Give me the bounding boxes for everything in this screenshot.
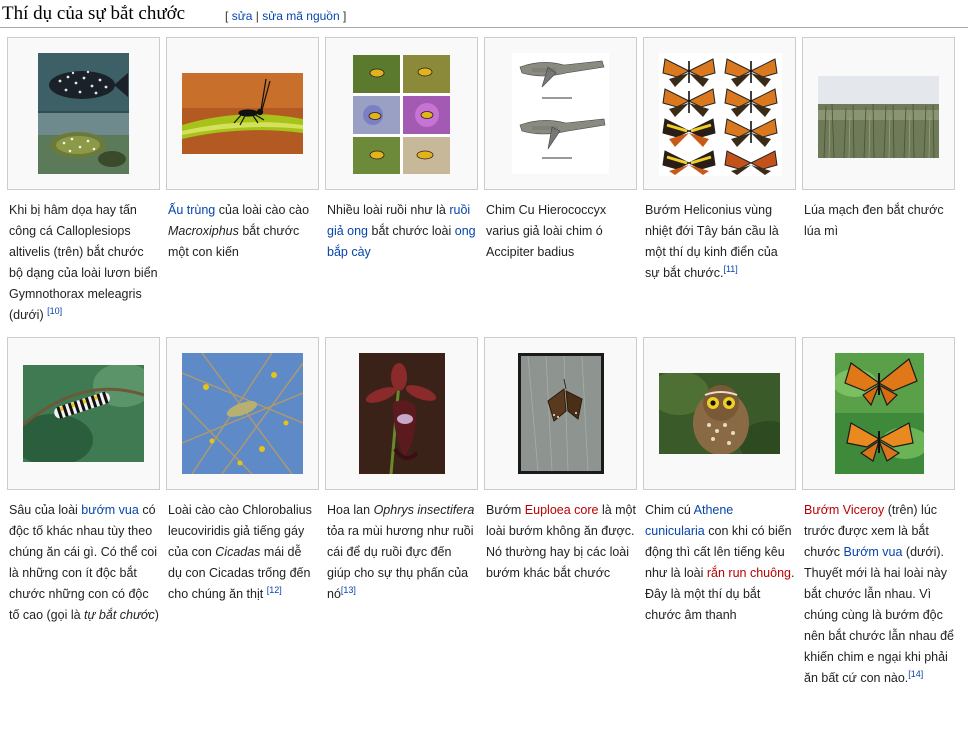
- caption-italic: Cicadas: [215, 545, 261, 559]
- caption-link-missing[interactable]: Euploea core: [525, 503, 599, 517]
- caption-link-missing[interactable]: rắn run chuông: [707, 566, 791, 580]
- caption-text: Lúa mạch đen bắt chước lúa mì: [804, 203, 944, 238]
- euploea-image[interactable]: [518, 353, 604, 474]
- gallery-caption: Bướm Viceroy (trên) lúc trước được xem l…: [804, 500, 954, 689]
- gallery-thumb: [166, 37, 319, 190]
- caption-link[interactable]: bướm vua: [81, 503, 139, 517]
- caption-text: bắt chước loài: [368, 224, 455, 238]
- fish-image[interactable]: [38, 53, 129, 174]
- caption-link-missing[interactable]: Bướm Viceroy: [804, 503, 884, 517]
- gallery-caption: Bướm Heliconius vùng nhiệt đới Tây bán c…: [645, 200, 795, 284]
- caption-text: Sâu của loài: [9, 503, 82, 517]
- caption-text: Chim cú: [645, 503, 694, 517]
- gallery-caption: Chim Cu Hierococcyx varius giả loài chim…: [486, 200, 636, 263]
- gallery-caption: Khi bị hâm dọa hay tấn công cá Calloples…: [9, 200, 159, 326]
- gallery-caption: Sâu của loài bướm vua có độc tố khác nha…: [9, 500, 159, 626]
- gallery-thumb: [7, 337, 160, 490]
- gallery-thumb: [484, 37, 637, 190]
- viceroy-monarch-image[interactable]: [835, 353, 924, 474]
- gallery-caption: Chim cú Athene cunicularia con khi có bi…: [645, 500, 795, 626]
- caption-text: Bướm: [486, 503, 525, 517]
- owl-image[interactable]: [659, 373, 780, 454]
- caption-text: Hoa lan: [327, 503, 374, 517]
- gallery-thumb: [325, 37, 478, 190]
- caption-text: Nhiều loài ruồi như là: [327, 203, 450, 217]
- edit-section-links: [ sửa | sửa mã nguồn ]: [225, 9, 346, 23]
- gallery-thumb: [325, 337, 478, 490]
- hoverfly-image[interactable]: [353, 55, 450, 174]
- caterpillar-image[interactable]: [23, 365, 144, 462]
- gallery-caption: Loài cào cào Chlorobalius leucoviridis g…: [168, 500, 318, 605]
- gallery-caption: Hoa lan Ophrys insectifera tỏa ra mùi hư…: [327, 500, 477, 605]
- gallery-thumb: [643, 337, 796, 490]
- edit-link[interactable]: sửa: [232, 9, 253, 23]
- caption-italic: Ophrys insectifera: [373, 503, 475, 517]
- caption-link[interactable]: Ấu trùng: [168, 203, 215, 217]
- reference-link[interactable]: [14]: [908, 669, 923, 679]
- reference-link[interactable]: [13]: [341, 585, 356, 595]
- gallery-caption: Bướm Euploea core là một loài bướm không…: [486, 500, 636, 584]
- caption-text: Bướm Heliconius vùng nhiệt đới Tây bán c…: [645, 203, 779, 280]
- gallery-thumb: [643, 37, 796, 190]
- caption-link[interactable]: Bướm vua: [844, 545, 903, 559]
- reference-link[interactable]: [12]: [267, 585, 282, 595]
- caption-italic: tự bắt chước: [84, 608, 155, 622]
- reference-link[interactable]: [10]: [47, 306, 62, 316]
- grasshopper-image[interactable]: [182, 73, 303, 154]
- gallery-thumb: [484, 337, 637, 490]
- caption-text: có độc tố khác nhau tùy theo chúng ăn cá…: [9, 503, 158, 622]
- section-heading: Thí dụ của sự bắt chước [ sửa | sửa mã n…: [0, 0, 968, 28]
- katydid-image[interactable]: [182, 353, 303, 474]
- reference-link[interactable]: [11]: [723, 264, 737, 274]
- caption-text: Khi bị hâm dọa hay tấn công cá Calloples…: [9, 203, 158, 322]
- edit-separator: |: [255, 9, 259, 23]
- section-title: Thí dụ của sự bắt chước: [2, 3, 186, 24]
- gallery: Khi bị hâm dọa hay tấn công cá Calloples…: [7, 37, 957, 732]
- gallery-thumb: [802, 37, 955, 190]
- cuckoo-image[interactable]: [512, 53, 609, 174]
- edit-source-link[interactable]: sửa mã nguồn: [262, 9, 339, 23]
- gallery-thumb: [7, 37, 160, 190]
- gallery-caption: Nhiều loài ruồi như là ruồi giả ong bắt …: [327, 200, 477, 263]
- gallery-caption: Ấu trùng của loài cào cào Macroxiphus bắ…: [168, 200, 318, 263]
- edit-bracket-open: [: [225, 9, 229, 23]
- orchid-image[interactable]: [359, 353, 445, 474]
- gallery-thumb: [802, 337, 955, 490]
- caption-italic: Macroxiphus: [168, 224, 239, 238]
- caption-text: Chim Cu Hierococcyx varius giả loài chim…: [486, 203, 607, 259]
- caption-text: (dưới). Thuyết mới là hai loài này bắt c…: [804, 545, 955, 685]
- rye-field-image[interactable]: [818, 76, 939, 158]
- butterflies-image[interactable]: [659, 53, 782, 176]
- gallery-caption: Lúa mạch đen bắt chước lúa mì: [804, 200, 954, 242]
- caption-text: ): [154, 608, 159, 622]
- edit-bracket-close: ]: [342, 9, 347, 23]
- gallery-thumb: [166, 337, 319, 490]
- caption-text: của loài cào cào: [215, 203, 310, 217]
